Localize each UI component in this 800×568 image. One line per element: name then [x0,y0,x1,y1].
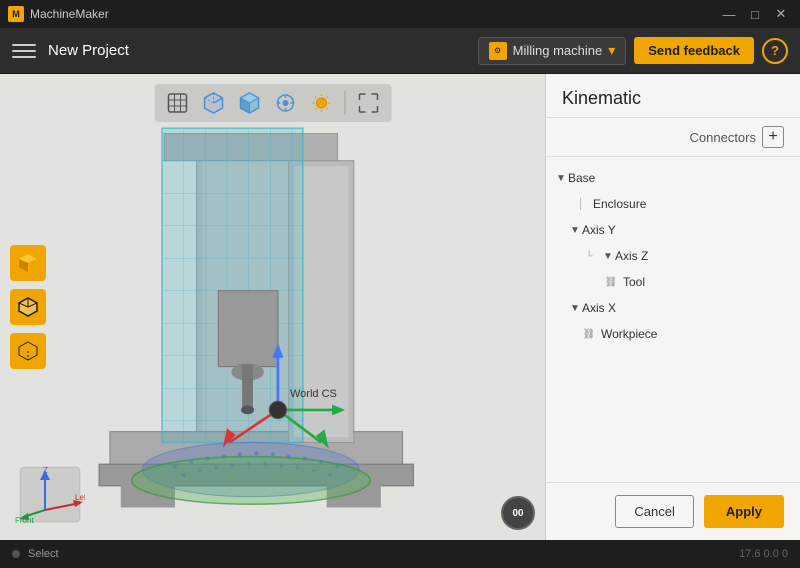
minimize-button[interactable]: — [718,3,740,25]
tree-label-tool: Tool [623,275,645,289]
tree-node-tool[interactable]: ⛓ Tool [546,269,800,295]
menu-button[interactable] [12,39,36,63]
machine-name: Milling machine [513,43,603,58]
main-toolbar: New Project ⚙ Milling machine ▾ Send fee… [0,28,800,74]
help-button[interactable]: ? [762,38,788,64]
maximize-button[interactable]: □ [744,3,766,25]
tree-label-base: Base [568,171,595,185]
viewport[interactable]: World CS 00 Z Left Front [0,74,545,540]
kinematic-tree: ▼ Base │ Enclosure ▼ Axis Y [546,157,800,482]
tool-chain-icon: ⛓ [604,275,618,289]
cancel-button[interactable]: Cancel [615,495,693,528]
tree-node-workpiece[interactable]: ⛓ Workpiece [546,321,800,347]
main-area: Model Kinematic Simulation Style [0,74,800,540]
close-button[interactable]: ✕ [770,3,792,25]
connectors-label: Connectors [690,130,756,145]
status-select-label: Select [28,548,59,560]
kinematic-panel: Kinematic Connectors + ▼ Base │ Enclosur… [546,74,800,540]
speed-indicator: 00 [501,496,535,530]
titlebar-left: M MachineMaker [8,6,109,22]
world-cs-label: World CS [290,388,337,400]
tree-node-enclosure[interactable]: │ Enclosure [546,191,800,217]
apply-button[interactable]: Apply [704,495,784,528]
feedback-button[interactable]: Send feedback [634,37,754,64]
tree-label-workpiece: Workpiece [601,327,657,341]
tree-line-icon: │ [574,197,588,211]
connectors-bar: Connectors + [546,118,800,157]
tree-arrow-base: ▼ [554,171,568,185]
tree-label-axis-y: Axis Y [582,223,616,237]
tree-corner-icon: └ [582,249,596,263]
window-controls: — □ ✕ [718,3,792,25]
toolbar-right: ⚙ Milling machine ▾ Send feedback ? [478,37,788,65]
tree-label-axis-x: Axis X [582,301,616,315]
viewport-bottom: 00 [501,496,535,530]
axis-gizmo: Z Left Front [15,465,85,525]
tree-node-axis-x[interactable]: ▼ Axis X [546,295,800,321]
kinematic-title: Kinematic [546,74,800,118]
status-left: Select [12,548,59,560]
status-indicator [12,550,20,558]
tree-label-enclosure: Enclosure [593,197,646,211]
right-panel: Kinematic Connectors + ▼ Base │ Enclosur… [545,74,800,540]
titlebar: M MachineMaker — □ ✕ [0,0,800,28]
machine-selector[interactable]: ⚙ Milling machine ▾ [478,37,627,65]
status-coords: 17.6 0.0 0 [739,548,788,560]
add-connector-button[interactable]: + [762,126,784,148]
tree-arrow-axis-z: ▼ [601,249,615,263]
tree-node-axis-y[interactable]: ▼ Axis Y [546,217,800,243]
tree-label-axis-z: Axis Z [615,249,648,263]
tree-arrow-axis-x: ▼ [568,301,582,315]
tree-arrow-axis-y: ▼ [568,223,582,237]
app-title: MachineMaker [30,7,109,21]
tree-node-base[interactable]: ▼ Base [546,165,800,191]
tree-node-axis-z[interactable]: └ ▼ Axis Z [546,243,800,269]
dropdown-chevron-icon: ▾ [608,42,615,59]
machine-icon: ⚙ [489,42,507,60]
workpiece-chain-icon: ⛓ [582,327,596,341]
panel-footer: Cancel Apply [546,482,800,540]
statusbar: Select 17.6 0.0 0 [0,540,800,568]
project-title: New Project [48,42,466,59]
app-logo: M [8,6,24,22]
